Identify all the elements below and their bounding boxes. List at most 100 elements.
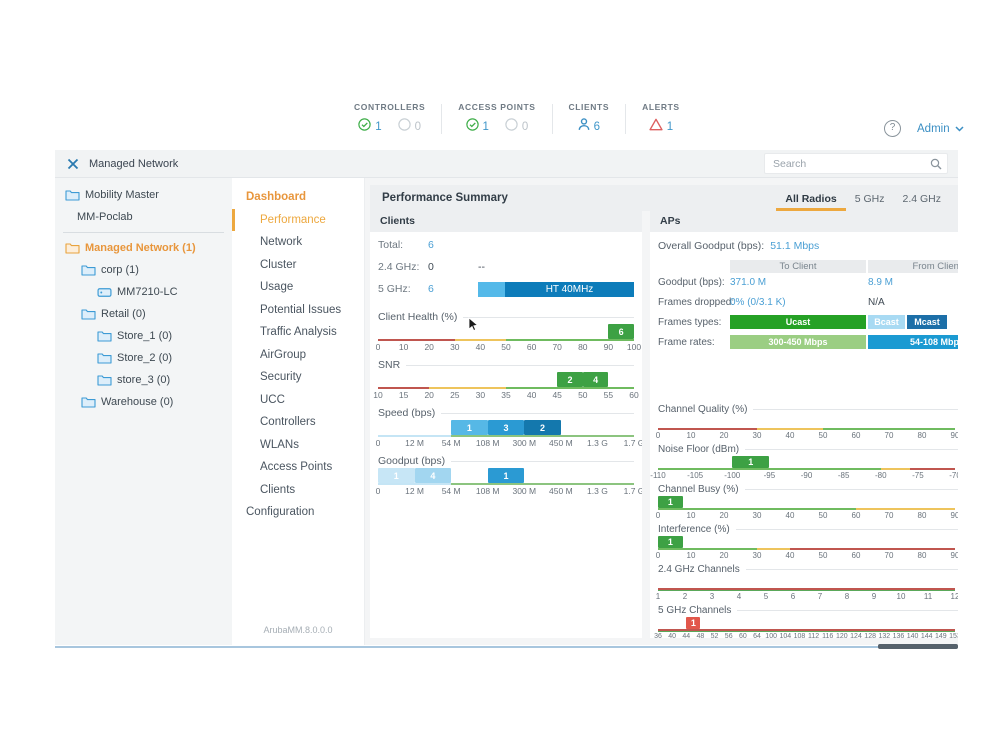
axis-tick: 124 <box>850 633 862 638</box>
circle-icon <box>505 118 518 136</box>
axis-tick: 20 <box>424 342 433 352</box>
menu-item-security[interactable]: Security <box>232 366 364 389</box>
axis-tick: 36 <box>654 633 662 638</box>
axis-tick: -70 <box>949 471 958 480</box>
axis-tick: 2 <box>683 592 687 601</box>
menu-item-airgroup[interactable]: AirGroup <box>232 344 364 367</box>
histogram-bar: 1 <box>378 468 415 483</box>
histogram-bar: 4 <box>583 372 609 387</box>
axis-tick: 12 <box>951 592 958 601</box>
axis-tick: 12 M <box>405 438 424 448</box>
bcast-bar: Bcast <box>868 315 905 329</box>
folder-icon <box>97 330 112 342</box>
axis-tick: 20 <box>720 511 729 520</box>
stat-item[interactable]: 1 <box>466 118 489 136</box>
tree-item-store-2-0[interactable]: Store_2 (0) <box>55 347 232 369</box>
axis-tick: 112 <box>808 633 819 638</box>
menu-item-dashboard[interactable]: Dashboard <box>232 186 364 209</box>
menu-item-configuration[interactable]: Configuration <box>232 501 364 524</box>
tree-item-warehouse-0[interactable]: Warehouse (0) <box>55 391 232 413</box>
search-box <box>764 153 948 174</box>
tree-item-label: Store_2 (0) <box>117 352 172 364</box>
tab-2-4-ghz[interactable]: 2.4 GHz <box>893 185 950 211</box>
search-input[interactable] <box>764 153 948 174</box>
stat-item[interactable]: 0 <box>505 118 528 136</box>
axis-tick: 20 <box>720 551 729 560</box>
app-window: Managed Network Mobility MasterMM-Poclab… <box>55 150 958 645</box>
axis-tick: 10 <box>687 511 696 520</box>
menu-item-traffic-analysis[interactable]: Traffic Analysis <box>232 321 364 344</box>
histogram-bar: 1 <box>686 617 700 629</box>
stat-item[interactable]: 1 <box>649 118 673 136</box>
tree-item-store-3-0[interactable]: store_3 (0) <box>55 369 232 391</box>
stat-item[interactable]: 0 <box>398 118 421 136</box>
axis-tick: 3 <box>710 592 714 601</box>
axis-tick: 50 <box>819 551 828 560</box>
axis-tick: 64 <box>753 633 761 638</box>
summary-bar: Performance Summary All Radios5 GHz2.4 G… <box>370 185 958 211</box>
histogram-bar: 1 <box>451 420 488 435</box>
ucast-bar: Ucast <box>730 315 866 329</box>
axis-tick: -75 <box>912 471 924 480</box>
user-menu[interactable]: Admin <box>917 123 964 135</box>
menu-item-controllers[interactable]: Controllers <box>232 411 364 434</box>
histogram-title: Speed (bps) <box>378 406 634 420</box>
histogram-title: SNR <box>378 358 634 372</box>
histogram-title: Channel Busy (%) <box>658 483 958 496</box>
nav-menu: DashboardPerformanceNetworkClusterUsageP… <box>232 178 365 645</box>
axis-tick: 40 <box>476 342 485 352</box>
chevron-down-icon <box>955 126 964 132</box>
axis-tick: 55 <box>604 390 613 400</box>
menu-item-access-points[interactable]: Access Points <box>232 456 364 479</box>
tree-item-corp-1[interactable]: corp (1) <box>55 259 232 281</box>
horizontal-scrollbar-thumb[interactable] <box>878 644 958 649</box>
tree-item-label: Retail (0) <box>101 308 146 320</box>
clients-panel-title: Clients <box>370 211 642 232</box>
stat-item[interactable]: 1 <box>358 118 381 136</box>
mcast-bar: Mcast <box>907 315 947 329</box>
axis-tick: 52 <box>711 633 719 638</box>
table-row-goodput: Goodput (bps): 371.0 M 8.9 M <box>658 273 958 293</box>
menu-item-clients[interactable]: Clients <box>232 479 364 502</box>
tree-item-mm-poclab[interactable]: MM-Poclab <box>55 206 232 228</box>
folder-icon <box>97 352 112 364</box>
menu-item-potential-issues[interactable]: Potential Issues <box>232 299 364 322</box>
tab-all-radios[interactable]: All Radios <box>776 185 845 211</box>
app-title: Managed Network <box>89 158 178 170</box>
menu-item-wlans[interactable]: WLANs <box>232 434 364 457</box>
tree-item-mm7210-lc[interactable]: MM7210-LC <box>55 281 232 303</box>
axis-tick: 6 <box>791 592 795 601</box>
menu-item-network[interactable]: Network <box>232 231 364 254</box>
tree-item-label: store_3 (0) <box>117 374 170 386</box>
close-icon[interactable] <box>67 158 79 170</box>
axis-tick: 153 <box>949 633 958 638</box>
axis-tick: 144 <box>921 633 933 638</box>
warning-triangle-icon <box>649 118 663 136</box>
tree-item-label: corp (1) <box>101 264 139 276</box>
folder-icon <box>97 374 112 386</box>
radio-tabs: All Radios5 GHz2.4 GHz <box>776 185 950 211</box>
menu-item-cluster[interactable]: Cluster <box>232 254 364 277</box>
tree-item-mobility-master[interactable]: Mobility Master <box>55 184 232 206</box>
histogram-5ghz-channels: 5 GHz Channels13640444852566064100104108… <box>658 604 958 638</box>
axis-tick: 1.7 G <box>624 438 642 448</box>
histogram-bar: 1 <box>658 496 683 508</box>
stat-item[interactable]: 6 <box>578 118 600 136</box>
menu-item-usage[interactable]: Usage <box>232 276 364 299</box>
menu-item-ucc[interactable]: UCC <box>232 389 364 412</box>
axis-tick: -80 <box>875 471 887 480</box>
tree-item-label: Managed Network (1) <box>85 242 196 254</box>
axis-tick: 80 <box>918 511 927 520</box>
menu-item-performance[interactable]: Performance <box>232 209 364 232</box>
axis-tick: 149 <box>935 633 947 638</box>
axis-tick: 70 <box>552 342 561 352</box>
tree-item-managed-network-1[interactable]: Managed Network (1) <box>55 237 232 259</box>
tree-item-retail-0[interactable]: Retail (0) <box>55 303 232 325</box>
tab-5-ghz[interactable]: 5 GHz <box>846 185 894 211</box>
divider <box>63 232 224 233</box>
tree-item-store-1-0[interactable]: Store_1 (0) <box>55 325 232 347</box>
search-icon[interactable] <box>930 157 942 175</box>
histogram-channel-quality: Channel Quality (%)0102030405060708090 <box>658 403 958 441</box>
folder-icon <box>81 308 96 320</box>
question-circle-icon[interactable]: ? <box>884 120 901 137</box>
